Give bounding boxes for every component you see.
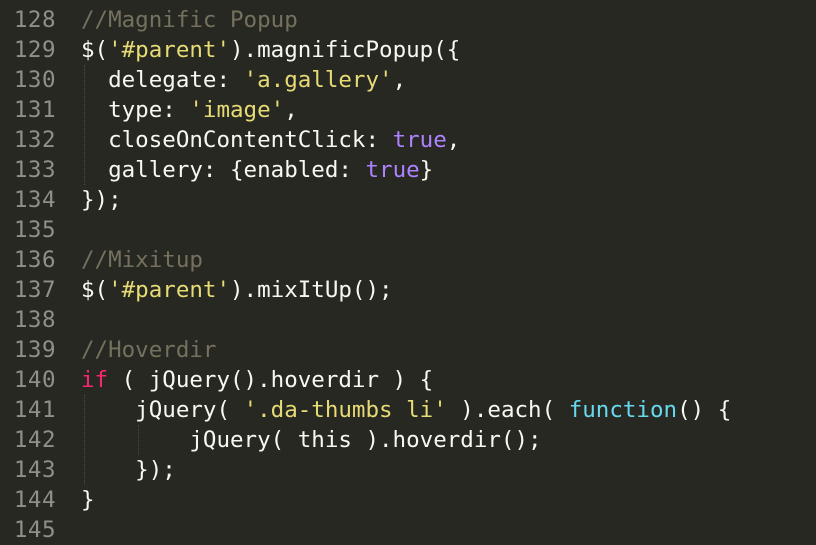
code-editor[interactable]: 128//Magnific Popup 129 $('#parent').magni… (0, 5, 816, 545)
code-line[interactable]: 136 //Mixitup (0, 245, 816, 275)
code-text[interactable]: //Magnific Popup (81, 5, 298, 35)
plain-token: } (419, 157, 434, 183)
code-line[interactable]: 145 (0, 515, 816, 545)
line-number: 135 (13, 217, 56, 243)
code-text[interactable]: jQuery( '.da-thumbs li' ).each( function… (81, 395, 731, 425)
code-text[interactable]: $('#parent').mixItUp(); (81, 275, 393, 305)
line-number: 137 (13, 277, 56, 303)
code-line[interactable]: 128 //Magnific Popup (0, 5, 816, 35)
indent-guide (138, 425, 139, 455)
plain-token: ).each( (446, 397, 569, 423)
code-line[interactable]: 142 jQuery( this ).hoverdir(); (0, 425, 816, 455)
plain-token: , (446, 127, 461, 153)
code-text[interactable]: jQuery( this ).hoverdir(); (81, 425, 542, 455)
indent-guide (84, 65, 85, 185)
constant-token: true (365, 157, 420, 183)
code-line[interactable]: 130 delegate: 'a.gallery', (0, 65, 816, 95)
code-text[interactable]: closeOnContentClick: true, (81, 125, 460, 155)
plain-token: gallery: {enabled: (81, 157, 366, 183)
plain-token: ).magnificPopup({ (230, 37, 461, 63)
plain-token: }); (81, 457, 176, 483)
line-number: 132 (13, 127, 56, 153)
plain-token: ).mixItUp(); (230, 277, 393, 303)
plain-token: $( (81, 37, 109, 63)
string-token: 'image' (189, 97, 285, 123)
line-number: 138 (13, 307, 56, 333)
code-text[interactable]: } (81, 485, 95, 515)
line-number: 141 (13, 397, 56, 423)
line-number: 140 (13, 367, 56, 393)
code-line[interactable]: 140 if ( jQuery().hoverdir ) { (0, 365, 816, 395)
line-number: 133 (13, 157, 56, 183)
code-text[interactable]: gallery: {enabled: true} (81, 155, 433, 185)
plain-token: () { (677, 397, 732, 423)
plain-token: jQuery( this ).hoverdir(); (81, 427, 542, 453)
line-number: 136 (13, 247, 56, 273)
code-line[interactable]: 143 }); (0, 455, 816, 485)
code-text[interactable]: if ( jQuery().hoverdir ) { (81, 365, 433, 395)
plain-token: closeOnContentClick: (81, 127, 393, 153)
plain-token: } (81, 487, 95, 513)
plain-token: , (392, 67, 407, 93)
plain-token: }); (81, 187, 122, 213)
line-number: 128 (13, 7, 56, 33)
line-number: 142 (13, 427, 56, 453)
string-token: '#parent' (108, 37, 231, 63)
line-number: 129 (13, 37, 56, 63)
line-number: 130 (13, 67, 56, 93)
string-token: '#parent' (108, 277, 231, 303)
string-token: '.da-thumbs li' (243, 397, 447, 423)
code-line[interactable]: 135 (0, 215, 816, 245)
indent-guide (84, 395, 85, 485)
line-number: 145 (13, 517, 56, 543)
code-line[interactable]: 134}); (0, 185, 816, 215)
code-text[interactable]: }); (81, 455, 176, 485)
line-number: 139 (13, 337, 56, 363)
plain-token: $( (81, 277, 109, 303)
code-line[interactable]: 133 gallery: {enabled: true} (0, 155, 816, 185)
plain-token: type: (81, 97, 190, 123)
plain-token: jQuery( (81, 397, 244, 423)
comment-token: //Magnific Popup (81, 7, 298, 33)
comment-token: //Mixitup (81, 247, 203, 273)
code-text[interactable]: type: 'image', (81, 95, 298, 125)
code-line[interactable]: 132 closeOnContentClick: true, (0, 125, 816, 155)
line-number: 134 (13, 187, 56, 213)
code-line[interactable]: 144} (0, 485, 816, 515)
code-text[interactable]: }); (81, 185, 122, 215)
plain-token: delegate: (81, 67, 244, 93)
line-number: 131 (13, 97, 56, 123)
code-line[interactable]: 141 jQuery( '.da-thumbs li' ).each( func… (0, 395, 816, 425)
line-number: 143 (13, 457, 56, 483)
keyword-token: if (81, 367, 109, 393)
code-line[interactable]: 138 (0, 305, 816, 335)
code-line[interactable]: 137 $('#parent').mixItUp(); (0, 275, 816, 305)
constant-token: true (392, 127, 447, 153)
line-number: 144 (13, 487, 56, 513)
comment-token: //Hoverdir (81, 337, 217, 363)
builtin-token: function (568, 397, 678, 423)
code-text[interactable]: $('#parent').magnificPopup({ (81, 35, 460, 65)
code-text[interactable]: //Hoverdir (81, 335, 216, 365)
plain-token: ( jQuery().hoverdir ) { (108, 367, 434, 393)
code-text[interactable]: //Mixitup (81, 245, 203, 275)
code-line[interactable]: 139 //Hoverdir (0, 335, 816, 365)
plain-token: , (284, 97, 298, 123)
code-line[interactable]: 129 $('#parent').magnificPopup({ (0, 35, 816, 65)
code-text[interactable]: delegate: 'a.gallery', (81, 65, 406, 95)
string-token: 'a.gallery' (243, 67, 393, 93)
code-line[interactable]: 131 type: 'image', (0, 95, 816, 125)
